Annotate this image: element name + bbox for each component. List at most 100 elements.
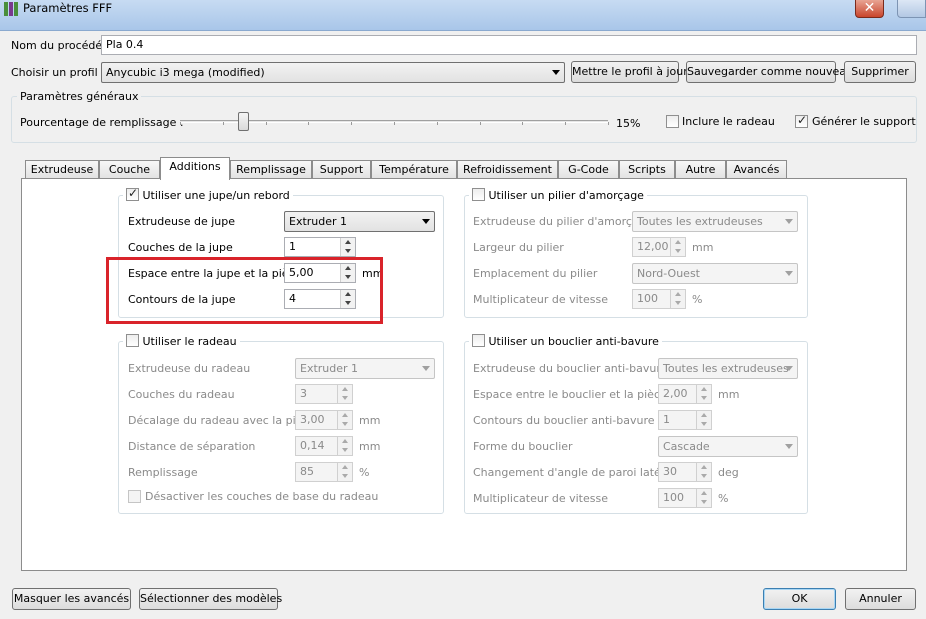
skirt-layers-spinbox[interactable]: 1 <box>284 237 356 257</box>
hide-advanced-button[interactable]: Masquer les avancés <box>12 588 131 610</box>
shield-outlines-spinbox[interactable]: 1 <box>658 410 712 430</box>
spin-arrows-icon[interactable] <box>696 489 711 507</box>
slider-tick <box>565 122 566 125</box>
raft-layers-spinbox[interactable]: 3 <box>295 384 353 404</box>
raft-layers-label: Couches du radeau <box>128 388 235 401</box>
generate-support-checkbox[interactable] <box>795 113 808 128</box>
raft-offset-spinbox[interactable]: 3,00 <box>295 410 353 430</box>
raft-title: Utiliser le radeau <box>142 335 237 348</box>
ooze-shield-group-header: Utiliser un bouclier anti-bavure <box>469 334 662 348</box>
skirt-extruder-label: Extrudeuse de jupe <box>128 215 236 228</box>
pillar-width-unit: mm <box>692 241 714 254</box>
process-name-input[interactable]: Pla 0.4 <box>101 35 917 55</box>
skirt-extruder-value: Extruder 1 <box>289 215 348 228</box>
spin-arrows-icon[interactable] <box>337 385 352 403</box>
chevron-down-icon <box>422 366 430 371</box>
raft-layers-value: 3 <box>300 387 307 400</box>
tab-remplissage[interactable]: Remplissage <box>230 160 312 179</box>
ooze-shield-checkbox[interactable] <box>472 334 485 347</box>
spin-arrows-icon[interactable] <box>696 385 711 403</box>
raft-checkbox[interactable] <box>126 334 139 347</box>
profile-label: Choisir un profil : <box>11 66 105 79</box>
tab-couche[interactable]: Couche <box>99 160 160 179</box>
tab-extrudeuse[interactable]: Extrudeuse <box>25 160 99 179</box>
profile-select[interactable]: Anycubic i3 mega (modified) <box>101 62 565 83</box>
close-button[interactable]: ✕ <box>855 0 884 18</box>
tab-support[interactable]: Support <box>312 160 371 179</box>
raft-offset-value: 3,00 <box>300 413 325 426</box>
spin-arrows-icon[interactable] <box>337 463 352 481</box>
shield-extruder-select[interactable]: Toutes les extrudeuses <box>658 358 798 379</box>
window-control-button[interactable] <box>897 0 926 18</box>
window-title: Paramètres FFF <box>23 1 113 15</box>
tab-additions[interactable]: Additions <box>160 157 230 180</box>
slider-tick <box>351 122 352 125</box>
shield-outlines-value: 1 <box>663 413 670 426</box>
spin-arrows-icon[interactable] <box>670 238 685 256</box>
pillar-speed-spinbox[interactable]: 100 <box>632 289 686 309</box>
tab-autre[interactable]: Autre <box>675 160 726 179</box>
shield-angle-label: Changement d'angle de paroi latérale <box>473 466 682 479</box>
pillar-width-spinbox[interactable]: 12,00 <box>632 237 686 257</box>
shield-distance-spinbox[interactable]: 2,00 <box>658 384 712 404</box>
raft-separation-unit: mm <box>359 440 381 453</box>
save-as-new-button[interactable]: Sauvegarder comme nouveau <box>686 61 853 83</box>
spin-arrows-icon[interactable] <box>337 411 352 429</box>
shield-angle-spinbox[interactable]: 30 <box>658 462 712 482</box>
cancel-button[interactable]: Annuler <box>845 588 916 610</box>
pillar-speed-label: Multiplicateur de vitesse <box>473 293 608 306</box>
ooze-shield-title: Utiliser un bouclier anti-bavure <box>488 335 659 348</box>
raft-separation-spinbox[interactable]: 0,14 <box>295 436 353 456</box>
spin-arrows-icon[interactable] <box>337 437 352 455</box>
spin-arrows-icon[interactable] <box>696 411 711 429</box>
update-profile-button[interactable]: Mettre le profil à jour <box>571 61 688 83</box>
raft-infill-label: Remplissage <box>128 466 198 479</box>
slider-tick <box>308 122 309 125</box>
shield-speed-unit: % <box>718 492 729 505</box>
prime-pillar-title: Utiliser un pilier d'amorçage <box>488 189 644 202</box>
chevron-down-icon <box>785 219 793 224</box>
shield-distance-value: 2,00 <box>663 387 688 400</box>
shield-shape-select[interactable]: Cascade <box>658 436 798 457</box>
chevron-down-icon <box>552 70 560 75</box>
tab-avanc-s[interactable]: Avancés <box>726 160 787 179</box>
tab-refroidissement[interactable]: Refroidissement <box>457 160 558 179</box>
shield-extruder-label: Extrudeuse du bouclier anti-bavure <box>473 362 668 375</box>
shield-shape-label: Forme du bouclier <box>473 440 573 453</box>
shield-speed-spinbox[interactable]: 100 <box>658 488 712 508</box>
spin-arrows-icon[interactable] <box>340 238 355 256</box>
skirt-extruder-select[interactable]: Extruder 1 <box>284 211 435 232</box>
select-models-button[interactable]: Sélectionner des modèles <box>139 588 282 610</box>
pillar-location-label: Emplacement du pilier <box>473 267 598 280</box>
shield-outlines-label: Contours du bouclier anti-bavure <box>473 414 655 427</box>
pillar-extruder-select[interactable]: Toutes les extrudeuses <box>632 211 798 232</box>
chevron-down-icon <box>785 366 793 371</box>
disable-raft-base-checkbox[interactable] <box>128 490 141 503</box>
shield-distance-unit: mm <box>718 388 740 401</box>
tab-temp-rature[interactable]: Température <box>371 160 457 179</box>
skirt-layers-label: Couches de la jupe <box>128 241 233 254</box>
skirt-checkbox[interactable] <box>126 186 139 201</box>
slider-tick <box>608 122 609 125</box>
skirt-title: Utiliser une jupe/un rebord <box>142 189 290 202</box>
raft-infill-spinbox[interactable]: 85 <box>295 462 353 482</box>
pillar-location-value: Nord-Ouest <box>637 267 700 280</box>
prime-pillar-group-header: Utiliser un pilier d'amorçage <box>469 188 647 202</box>
spin-arrows-icon[interactable] <box>696 463 711 481</box>
spin-arrows-icon[interactable] <box>670 290 685 308</box>
slider-tick <box>437 122 438 125</box>
tab-g-code[interactable]: G-Code <box>558 160 619 179</box>
ok-button[interactable]: OK <box>763 588 836 610</box>
infill-value: 15% <box>616 117 641 130</box>
raft-extruder-select[interactable]: Extruder 1 <box>295 358 435 379</box>
include-raft-checkbox[interactable] <box>666 115 679 128</box>
prime-pillar-checkbox[interactable] <box>472 188 485 201</box>
process-name-label: Nom du procédé : <box>11 39 110 52</box>
tab-scripts[interactable]: Scripts <box>619 160 675 179</box>
pillar-location-select[interactable]: Nord-Ouest <box>632 263 798 284</box>
delete-profile-button[interactable]: Supprimer <box>844 61 916 83</box>
infill-slider-handle[interactable] <box>238 112 249 131</box>
shield-speed-label: Multiplicateur de vitesse <box>473 492 608 505</box>
shield-angle-unit: deg <box>718 466 739 479</box>
disable-raft-base-label: Désactiver les couches de base du radeau <box>145 490 379 503</box>
